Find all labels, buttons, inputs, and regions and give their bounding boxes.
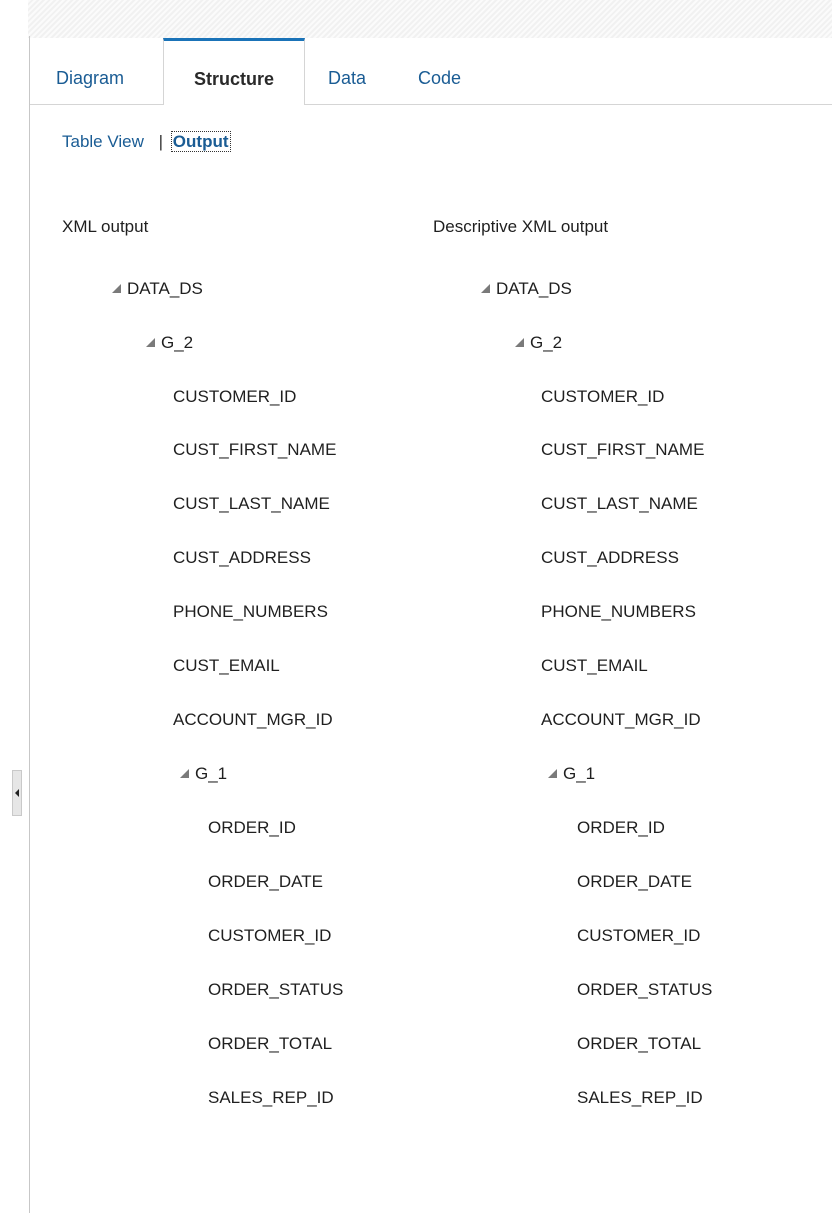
triangle-expanded-icon[interactable] [548, 769, 557, 778]
collapse-panel-handle[interactable] [12, 770, 22, 816]
tree-leaf: ORDER_TOTAL [577, 1034, 702, 1053]
triangle-expanded-icon[interactable] [112, 284, 121, 293]
tree-leaf: CUST_ADDRESS [541, 548, 679, 567]
structure-view-switcher: Table View | Output [62, 131, 231, 152]
tree-leaf: CUST_ADDRESS [173, 548, 311, 567]
tree-leaf: ORDER_ID [577, 818, 665, 837]
tree-node-data-ds[interactable]: DATA_DS [112, 277, 203, 301]
tree-leaf: CUSTOMER_ID [173, 387, 297, 406]
tree-leaf: CUST_FIRST_NAME [541, 440, 705, 459]
panel-divider [29, 36, 30, 1213]
tab-structure[interactable]: Structure [163, 38, 305, 105]
tree-node-g2[interactable]: G_2 [515, 331, 562, 355]
left-rail [0, 0, 28, 1213]
node-label: DATA_DS [127, 279, 203, 298]
output-link[interactable]: Output [170, 131, 231, 152]
tree-leaf: CUST_EMAIL [173, 656, 280, 675]
tree-leaf: ACCOUNT_MGR_ID [541, 710, 701, 729]
table-view-link[interactable]: Table View [62, 132, 144, 151]
tree-node-g1[interactable]: G_1 [180, 762, 227, 786]
tab-diagram[interactable]: Diagram [56, 38, 124, 104]
node-label: G_1 [195, 764, 228, 783]
tree-leaf: ORDER_DATE [208, 872, 323, 891]
separator: | [158, 132, 164, 151]
tree-node-g1[interactable]: G_1 [548, 762, 595, 786]
triangle-expanded-icon[interactable] [481, 284, 490, 293]
triangle-expanded-icon[interactable] [515, 338, 524, 347]
tree-leaf: ORDER_DATE [577, 872, 692, 891]
node-label: G_2 [530, 333, 563, 352]
tree-leaf: SALES_REP_ID [208, 1088, 334, 1107]
tree-leaf: CUST_LAST_NAME [173, 494, 330, 513]
xml-output-header: XML output [62, 217, 149, 236]
node-label: G_2 [161, 333, 194, 352]
tree-leaf: PHONE_NUMBERS [173, 602, 328, 621]
tree-leaf: CUST_FIRST_NAME [173, 440, 337, 459]
data-model-editor: Diagram Structure Data Code Table View |… [0, 0, 832, 1213]
tree-node-g2[interactable]: G_2 [146, 331, 193, 355]
tree-leaf: CUST_EMAIL [541, 656, 648, 675]
descriptive-xml-output-header: Descriptive XML output [433, 217, 609, 236]
tree-leaf: ORDER_ID [208, 818, 296, 837]
tree-leaf: ACCOUNT_MGR_ID [173, 710, 333, 729]
tree-leaf: ORDER_STATUS [208, 980, 344, 999]
tab-data[interactable]: Data [328, 38, 366, 104]
tree-leaf: PHONE_NUMBERS [541, 602, 696, 621]
node-label: DATA_DS [496, 279, 572, 298]
tree-leaf: SALES_REP_ID [577, 1088, 703, 1107]
triangle-expanded-icon[interactable] [180, 769, 189, 778]
tree-leaf: CUSTOMER_ID [541, 387, 665, 406]
tree-leaf: CUSTOMER_ID [208, 926, 332, 945]
node-label: G_1 [563, 764, 596, 783]
tree-leaf: ORDER_STATUS [577, 980, 713, 999]
tree-node-data-ds[interactable]: DATA_DS [481, 277, 572, 301]
tree-leaf: ORDER_TOTAL [208, 1034, 333, 1053]
tree-leaf: CUST_LAST_NAME [541, 494, 698, 513]
header-strip [0, 0, 832, 38]
triangle-expanded-icon[interactable] [146, 338, 155, 347]
tab-bar: Diagram Structure Data Code [30, 38, 832, 105]
tree-leaf: CUSTOMER_ID [577, 926, 701, 945]
tab-code[interactable]: Code [418, 38, 461, 104]
